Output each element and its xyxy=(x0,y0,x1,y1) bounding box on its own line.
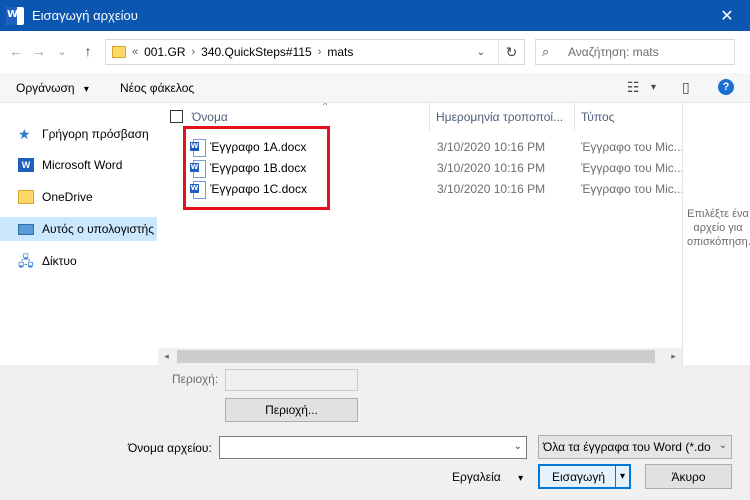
up-arrow-icon[interactable]: ↑ xyxy=(78,40,98,62)
column-header-date[interactable]: Ημερομηνία τροποποί... xyxy=(430,103,575,131)
sidebar-item-onedrive[interactable]: OneDrive xyxy=(18,185,157,209)
select-all-checkbox[interactable] xyxy=(170,110,183,123)
sidebar-item-microsoft-word[interactable]: W Microsoft Word xyxy=(18,153,157,177)
file-type-value: Όλα τα έγγραφα του Word (*.do xyxy=(543,440,711,454)
range-button[interactable]: Περιοχή... xyxy=(225,398,358,422)
range-field xyxy=(225,369,358,391)
close-button[interactable]: ✕ xyxy=(704,0,750,31)
navigation-pane: ★ Γρήγορη πρόσβαση W Microsoft Word OneD… xyxy=(0,103,157,365)
refresh-icon[interactable]: ↻ xyxy=(498,40,524,64)
chevron-right-icon[interactable]: › xyxy=(318,46,322,58)
back-arrow-icon[interactable]: ← xyxy=(6,40,26,62)
file-date: 3/10/2020 10:16 PM xyxy=(437,160,546,175)
preview-pane: Επιλέξτε ένα αρχείο για οπισκόπηση. xyxy=(682,103,750,365)
column-label: Όνομα xyxy=(192,110,228,124)
search-placeholder: Αναζήτηση: mats xyxy=(568,45,659,59)
word-app-icon: W xyxy=(6,6,24,25)
sort-ascending-icon: ^ xyxy=(323,103,328,110)
chevron-down-icon[interactable]: ▾ xyxy=(651,82,656,93)
word-icon: W xyxy=(18,158,34,172)
scrollbar-thumb[interactable] xyxy=(177,350,655,363)
sidebar-item-label: OneDrive xyxy=(42,190,93,204)
filename-field[interactable]: ⌄ xyxy=(219,436,527,459)
chevron-right-icon[interactable]: › xyxy=(191,46,195,58)
preview-message: Επιλέξτε ένα αρχείο για οπισκόπηση. xyxy=(687,208,750,248)
tools-menu[interactable]: Εργαλεία ▾ xyxy=(452,470,523,484)
star-icon: ★ xyxy=(18,126,31,142)
cancel-button[interactable]: Άκυρο xyxy=(645,464,732,489)
command-bar: Οργάνωση ▾ Νέος φάκελος ☷ ▾ ▯ ? xyxy=(0,73,750,103)
file-date: 3/10/2020 10:16 PM xyxy=(437,181,546,196)
column-header-type[interactable]: Τύπος xyxy=(575,103,682,131)
insert-split-arrow-icon[interactable]: ▾ xyxy=(615,466,629,487)
help-icon[interactable]: ? xyxy=(718,79,734,95)
organize-label: Οργάνωση xyxy=(16,81,75,95)
sidebar-item-label: Αυτός ο υπολογιστής xyxy=(42,222,154,236)
scroll-right-icon[interactable]: ▸ xyxy=(665,348,682,365)
sidebar-item-network[interactable]: 🖧 Δίκτυο xyxy=(18,249,157,273)
address-bar[interactable]: « 001.GR › 340.QuickSteps#115 › mats ⌄ ↻ xyxy=(105,39,525,65)
breadcrumb-item[interactable]: 340.QuickSteps#115 xyxy=(201,45,312,59)
breadcrumb-item[interactable]: 001.GR xyxy=(144,45,185,59)
sidebar-item-label: Microsoft Word xyxy=(42,158,123,172)
forward-arrow-icon[interactable]: → xyxy=(29,40,49,62)
chevron-down-icon: ⌄ xyxy=(715,440,727,451)
sidebar-item-label: Δίκτυο xyxy=(42,254,77,268)
title-bar: W Εισαγωγή αρχείου ✕ xyxy=(0,0,750,31)
sidebar-item-quick-access[interactable]: ★ Γρήγορη πρόσβαση xyxy=(18,122,157,146)
chevron-down-icon[interactable]: ⌄ xyxy=(472,42,490,62)
sidebar-item-label: Γρήγορη πρόσβαση xyxy=(42,127,149,141)
scroll-left-icon[interactable]: ◂ xyxy=(158,348,175,365)
network-icon: 🖧 xyxy=(18,253,34,269)
breadcrumb-overflow[interactable]: « xyxy=(132,46,138,58)
file-date: 3/10/2020 10:16 PM xyxy=(437,139,546,154)
dialog-footer: Περιοχή: Περιοχή... Όνομα αρχείου: ⌄ Όλα… xyxy=(0,365,750,500)
folder-icon xyxy=(18,190,34,204)
tools-label: Εργαλεία xyxy=(452,470,501,484)
view-options-icon[interactable]: ☷ xyxy=(627,79,640,96)
chevron-down-icon[interactable]: ⌄ xyxy=(514,441,522,452)
chevron-down-icon: ▾ xyxy=(518,473,524,484)
chevron-down-icon: ▾ xyxy=(83,84,89,95)
search-icon: ⌕ xyxy=(542,44,550,59)
window-title: Εισαγωγή αρχείου xyxy=(32,8,138,23)
file-type: Έγγραφο του Mic... xyxy=(581,181,682,196)
highlight-annotation-box xyxy=(183,126,330,210)
insert-label: Εισαγωγή xyxy=(552,469,606,484)
horizontal-scrollbar[interactable]: ◂ ▸ xyxy=(158,348,682,365)
breadcrumb-item[interactable]: mats xyxy=(327,45,353,59)
file-type-select[interactable]: Όλα τα έγγραφα του Word (*.do ⌄ xyxy=(538,435,732,459)
folder-icon xyxy=(112,46,126,58)
range-label: Περιοχή: xyxy=(172,372,219,386)
address-row: ← → ⌄ ↑ « 001.GR › 340.QuickSteps#115 › … xyxy=(0,31,750,73)
computer-icon xyxy=(18,223,34,235)
insert-button[interactable]: Εισαγωγή ▾ xyxy=(538,464,631,489)
recent-locations-icon[interactable]: ⌄ xyxy=(52,40,72,62)
file-type: Έγγραφο του Mic... xyxy=(581,139,682,154)
search-input[interactable]: ⌕ Αναζήτηση: mats xyxy=(535,39,735,65)
file-type: Έγγραφο του Mic... xyxy=(581,160,682,175)
preview-pane-icon[interactable]: ▯ xyxy=(682,79,690,96)
filename-label: Όνομα αρχείου: xyxy=(128,441,212,455)
sidebar-item-this-pc[interactable]: Αυτός ο υπολογιστής xyxy=(0,217,157,241)
organize-button[interactable]: Οργάνωση ▾ xyxy=(16,81,89,95)
new-folder-button[interactable]: Νέος φάκελος xyxy=(120,81,194,95)
